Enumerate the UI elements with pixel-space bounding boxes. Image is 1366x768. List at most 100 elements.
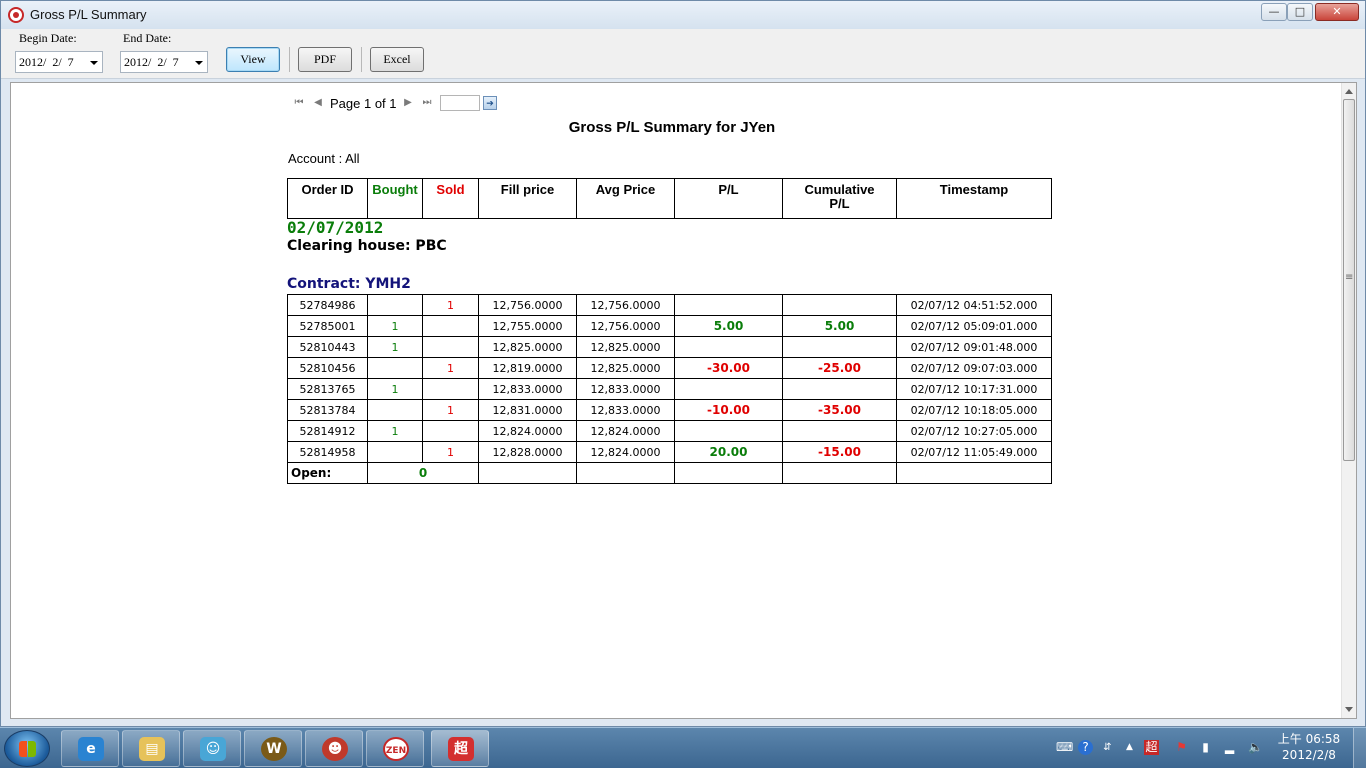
cell-bought: 1 <box>367 315 423 337</box>
cell-timestamp: 02/07/12 10:17:31.000 <box>896 378 1052 400</box>
game-character-icon: ☻ <box>322 737 348 761</box>
cell-fill-price: 12,831.0000 <box>478 399 577 421</box>
previous-page-icon[interactable]: ◀ <box>312 97 324 109</box>
cell-order-id: 52810443 <box>287 336 368 358</box>
end-date-picker[interactable]: 2012/ 2/ 7 <box>120 51 208 73</box>
cell-fill-price: 12,833.0000 <box>478 378 577 400</box>
table-row: 52810456 1 12,819.0000 12,825.0000 -30.00 -25… <box>287 357 1052 379</box>
cell-timestamp: 02/07/12 09:01:48.000 <box>896 336 1052 358</box>
table-row: 52784986 1 12,756.0000 12,756.0000 02/07/12 … <box>287 294 1052 316</box>
table-row: 52814958 1 12,828.0000 12,824.0000 20.00 -15.… <box>287 441 1052 463</box>
cell-pl: -10.00 <box>674 399 783 421</box>
power-icon[interactable]: ▮ <box>1198 740 1213 755</box>
contract-name: Contract: YMH2 <box>287 276 411 292</box>
show-hidden-icons[interactable]: ▲ <box>1122 740 1137 755</box>
cell-fill-price: 12,825.0000 <box>478 336 577 358</box>
cell-bought <box>367 294 423 316</box>
trading-app-icon: 超 <box>448 737 474 761</box>
excel-button[interactable]: Excel <box>370 47 424 72</box>
tray-app-icon[interactable]: 超 <box>1144 740 1159 755</box>
close-button[interactable]: ✕ <box>1315 3 1359 21</box>
table-row: 52813784 1 12,831.0000 12,833.0000 -10.00 -35… <box>287 399 1052 421</box>
first-page-icon[interactable]: ⏮ <box>293 97 305 109</box>
pdf-button[interactable]: PDF <box>298 47 352 72</box>
cell-avg-price: 12,824.0000 <box>576 420 675 442</box>
cell-timestamp: 02/07/12 10:27:05.000 <box>896 420 1052 442</box>
header-cumulative-line2: P/L <box>829 196 850 211</box>
clock[interactable]: 上午 06:58 2012/2/8 <box>1272 731 1346 763</box>
cell-sold <box>422 420 479 442</box>
page-number-input[interactable] <box>440 95 480 111</box>
view-button[interactable]: View <box>226 47 280 72</box>
dropdown-arrow-icon[interactable] <box>195 61 203 65</box>
cell-timestamp: 02/07/12 04:51:52.000 <box>896 294 1052 316</box>
cell-cumulative-pl <box>782 336 897 358</box>
empty-cell <box>896 462 1052 484</box>
taskbar-world-of-warcraft[interactable]: W <box>244 730 302 767</box>
action-center-icon[interactable]: ⚑ <box>1174 740 1189 755</box>
volume-icon[interactable]: 🔈 <box>1248 740 1263 755</box>
table-row: 52814912 1 12,824.0000 12,824.0000 02/07/12 … <box>287 420 1052 442</box>
cell-sold: 1 <box>422 357 479 379</box>
header-sold: Sold <box>422 178 479 219</box>
open-label: Open: <box>287 462 368 484</box>
cell-bought <box>367 441 423 463</box>
cell-fill-price: 12,824.0000 <box>478 420 577 442</box>
cell-pl <box>674 336 783 358</box>
cell-pl: 5.00 <box>674 315 783 337</box>
cell-pl <box>674 420 783 442</box>
scroll-up-icon[interactable] <box>1345 89 1353 94</box>
help-icon[interactable]: ? <box>1078 740 1093 755</box>
empty-cell <box>782 462 897 484</box>
report-viewer: ⏮ ◀ Page 1 of 1 ▶ ⏭ ➔ Gross P/L Summary … <box>10 82 1357 719</box>
cell-cumulative-pl: 5.00 <box>782 315 897 337</box>
cell-timestamp: 02/07/12 05:09:01.000 <box>896 315 1052 337</box>
scrollbar-thumb[interactable] <box>1343 99 1355 461</box>
cell-bought: 1 <box>367 336 423 358</box>
taskbar-messenger[interactable]: ☺ <box>183 730 241 767</box>
taskbar-internet-explorer[interactable]: e <box>61 730 119 767</box>
internet-explorer-icon: e <box>78 737 104 761</box>
cell-order-id: 52814958 <box>287 441 368 463</box>
cell-pl: 20.00 <box>674 441 783 463</box>
start-button[interactable] <box>4 730 50 767</box>
table-row: 52813765 1 12,833.0000 12,833.0000 02/07/12 … <box>287 378 1052 400</box>
language-icon[interactable]: ⇵ <box>1100 740 1115 755</box>
cell-bought: 1 <box>367 378 423 400</box>
taskbar-trading-app[interactable]: 超 <box>431 730 489 767</box>
cell-order-id: 52784986 <box>287 294 368 316</box>
begin-date-picker[interactable]: 2012/ 2/ 7 <box>15 51 103 73</box>
dropdown-arrow-icon[interactable] <box>90 61 98 65</box>
last-page-icon[interactable]: ⏭ <box>421 97 433 109</box>
account-filter: Account : All <box>288 151 360 166</box>
cell-cumulative-pl <box>782 420 897 442</box>
cell-sold <box>422 336 479 358</box>
go-page-icon[interactable]: ➔ <box>483 96 497 110</box>
scroll-down-icon[interactable] <box>1345 707 1353 712</box>
network-icon[interactable]: ▂ <box>1222 740 1237 755</box>
show-desktop-button[interactable] <box>1353 728 1366 768</box>
begin-date-value: 2012/ 2/ 7 <box>19 55 74 69</box>
taskbar-game-character[interactable]: ☻ <box>305 730 363 767</box>
next-page-icon[interactable]: ▶ <box>402 97 414 109</box>
cell-avg-price: 12,756.0000 <box>576 315 675 337</box>
cell-sold <box>422 315 479 337</box>
cell-avg-price: 12,756.0000 <box>576 294 675 316</box>
taskbar-global-zen[interactable]: ZEN <box>366 730 424 767</box>
minimize-button[interactable]: — <box>1261 3 1287 21</box>
title-bar[interactable]: Gross P/L Summary — □ ✕ <box>1 1 1365 29</box>
cell-cumulative-pl: -25.00 <box>782 357 897 379</box>
keyboard-icon[interactable]: ⌨ <box>1056 740 1073 755</box>
vertical-scrollbar[interactable] <box>1341 83 1356 718</box>
cell-sold: 1 <box>422 294 479 316</box>
taskbar-file-explorer[interactable]: ▤ <box>122 730 180 767</box>
app-logo-icon <box>8 7 24 23</box>
end-date-label: End Date: <box>123 31 172 45</box>
cell-order-id: 52813784 <box>287 399 368 421</box>
cell-cumulative-pl <box>782 378 897 400</box>
header-cumulative-line1: Cumulative <box>804 182 875 197</box>
cell-order-id: 52810456 <box>287 357 368 379</box>
cell-order-id: 52785001 <box>287 315 368 337</box>
maximize-button[interactable]: □ <box>1287 3 1313 21</box>
cell-fill-price: 12,755.0000 <box>478 315 577 337</box>
